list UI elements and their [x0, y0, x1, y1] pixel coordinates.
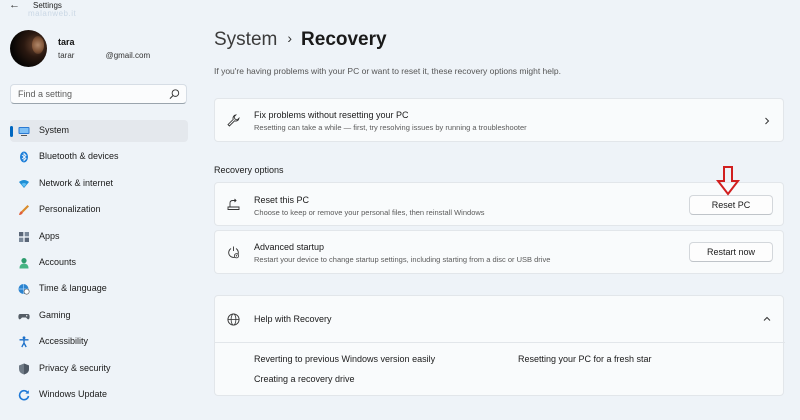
intro-text: If you're having problems with your PC o…: [214, 66, 561, 76]
sidebar-item-label: Personalization: [39, 204, 101, 215]
breadcrumb-parent[interactable]: System: [214, 29, 277, 50]
chevron-right-icon[interactable]: [763, 117, 771, 125]
search-box[interactable]: [10, 84, 187, 104]
user-profile[interactable]: tara tarar @gmail.com: [10, 30, 200, 70]
annotation-arrow-icon: [716, 166, 740, 196]
sidebar-item-privacy-security[interactable]: Privacy & security: [10, 358, 188, 380]
wifi-icon: [19, 179, 29, 188]
page-title: Recovery: [301, 29, 387, 50]
system-monitor-icon: [18, 127, 30, 136]
back-arrow-icon[interactable]: ←: [9, 0, 20, 11]
sidebar-item-system[interactable]: System: [10, 120, 188, 142]
fix-problems-card[interactable]: Fix problems without resetting your PC R…: [214, 98, 784, 142]
sidebar-item-gaming[interactable]: Gaming: [10, 305, 188, 327]
breadcrumb-separator: ›: [287, 30, 293, 46]
wrench-icon: [227, 114, 240, 127]
paintbrush-icon: [19, 205, 29, 216]
search-icon[interactable]: [169, 88, 180, 100]
sidebar-item-label: System: [39, 125, 70, 135]
search-input[interactable]: [11, 85, 171, 103]
sidebar-item-label: Privacy & security: [39, 362, 111, 373]
sidebar-item-time-language[interactable]: Time & language: [10, 278, 188, 300]
gamepad-icon: [18, 313, 30, 320]
sidebar-item-label: Apps: [39, 230, 60, 241]
help-link-revert-windows[interactable]: Reverting to previous Windows version ea…: [254, 354, 435, 364]
sidebar-item-label: Gaming: [39, 309, 71, 320]
title-bar: ← Settings malanweb.it: [0, 0, 800, 18]
watermark: malanweb.it: [28, 9, 77, 18]
apps-icon: [19, 231, 29, 242]
reset-pc-title: Reset this PC: [254, 195, 310, 205]
reset-pc-card: Reset this PC Choose to keep or remove y…: [214, 182, 784, 226]
reset-pc-button[interactable]: Reset PC: [689, 195, 773, 215]
chevron-up-icon[interactable]: [763, 315, 771, 323]
advanced-startup-title: Advanced startup: [254, 242, 325, 252]
advanced-startup-icon: [228, 246, 239, 259]
reset-drive-icon: [227, 198, 240, 210]
sidebar-item-bluetooth[interactable]: Bluetooth & devices: [10, 146, 188, 168]
help-recovery-title: Help with Recovery: [254, 314, 332, 324]
accessibility-icon: [19, 336, 29, 348]
bluetooth-icon: [20, 151, 28, 163]
sidebar-item-personalization[interactable]: Personalization: [10, 199, 188, 221]
advanced-startup-description: Restart your device to change startup se…: [254, 255, 551, 264]
advanced-startup-card: Advanced startup Restart your device to …: [214, 230, 784, 274]
sidebar-item-network[interactable]: Network & internet: [10, 173, 188, 195]
section-heading: Recovery options: [214, 165, 284, 175]
restart-now-button[interactable]: Restart now: [689, 242, 773, 262]
help-link-reset-pc[interactable]: Resetting your PC for a fresh star: [518, 354, 652, 364]
user-name: tara: [58, 37, 75, 47]
sidebar-nav: System Bluetooth & devices Network & int…: [10, 120, 188, 410]
user-email: tarar @gmail.com: [58, 51, 151, 60]
sidebar-item-label: Time & language: [39, 283, 107, 294]
sidebar-item-label: Windows Update: [39, 388, 108, 399]
shield-icon: [19, 363, 29, 375]
globe-clock-icon: [18, 284, 30, 295]
sidebar-item-accounts[interactable]: Accounts: [10, 252, 188, 274]
fix-problems-description: Resetting can take a while — first, try …: [254, 123, 527, 132]
sidebar-item-apps[interactable]: Apps: [10, 226, 188, 248]
sidebar-item-label: Bluetooth & devices: [39, 151, 119, 162]
fix-problems-title: Fix problems without resetting your PC: [254, 110, 409, 120]
reset-pc-description: Choose to keep or remove your personal f…: [254, 208, 485, 217]
help-links-panel: Reverting to previous Windows version ea…: [215, 342, 785, 396]
sidebar-item-label: Accounts: [39, 256, 77, 267]
sidebar-item-label: Network & internet: [39, 177, 114, 188]
sidebar-item-label: Accessibility: [39, 336, 89, 347]
sidebar-item-windows-update[interactable]: Windows Update: [10, 384, 188, 406]
breadcrumb: System › Recovery: [214, 29, 387, 51]
help-recovery-card: Help with Recovery Reverting to previous…: [214, 295, 785, 396]
globe-icon: [227, 313, 240, 326]
help-link-recovery-drive[interactable]: Creating a recovery drive: [254, 374, 355, 384]
accounts-icon: [19, 257, 29, 269]
sidebar-item-accessibility[interactable]: Accessibility: [10, 331, 188, 353]
update-icon: [18, 389, 30, 401]
avatar[interactable]: [10, 30, 47, 67]
